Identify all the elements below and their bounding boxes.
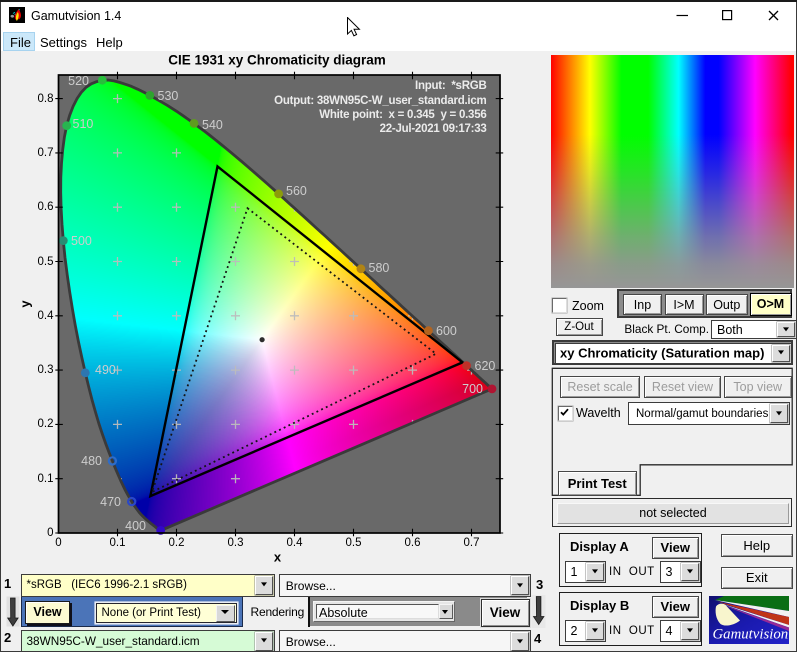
svg-text:Gamutvision: Gamutvision xyxy=(713,627,789,643)
